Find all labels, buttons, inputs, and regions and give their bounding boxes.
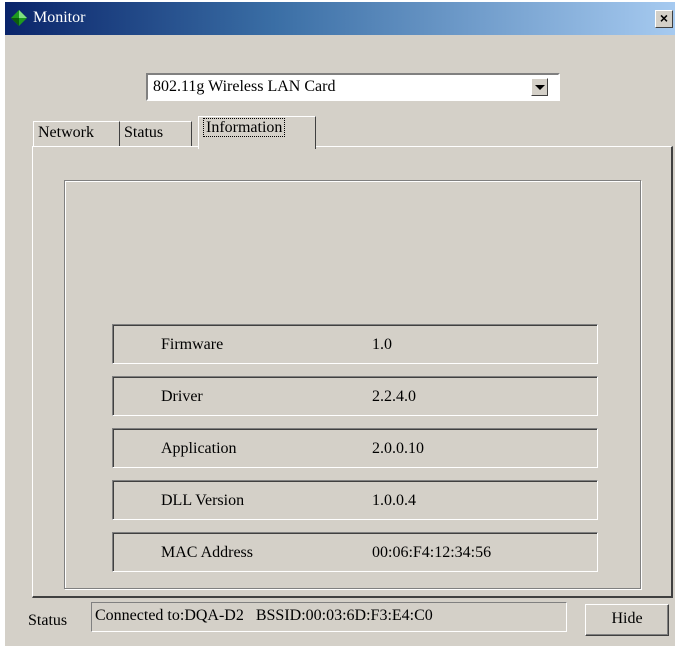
info-value: 2.0.0.10 bbox=[372, 440, 424, 457]
info-value: 2.2.4.0 bbox=[372, 388, 416, 405]
monitor-window: Monitor × 802.11g Wireless LAN Card Netw… bbox=[5, 2, 675, 646]
info-row-firmware: Firmware 1.0 bbox=[112, 324, 598, 364]
info-value: 1.0.0.4 bbox=[372, 492, 416, 509]
tab-network-label: Network bbox=[38, 124, 94, 141]
info-label: Application bbox=[161, 440, 237, 457]
hide-button[interactable]: Hide bbox=[585, 604, 669, 636]
close-button[interactable]: × bbox=[655, 10, 673, 28]
info-value: 1.0 bbox=[372, 336, 392, 353]
status-field: Connected to:DQA-D2 BSSID:00:03:6D:F3:E4… bbox=[91, 602, 567, 632]
chevron-down-icon[interactable] bbox=[531, 78, 548, 96]
info-label: Driver bbox=[161, 388, 203, 405]
tab-network[interactable]: Network bbox=[33, 121, 120, 147]
status-label: Status bbox=[28, 612, 68, 629]
tab-status-label: Status bbox=[124, 124, 164, 141]
info-label: DLL Version bbox=[161, 492, 245, 509]
information-group: Firmware 1.0 Driver 2.2.4.0 Application … bbox=[64, 180, 641, 589]
green-diamond-icon bbox=[11, 10, 27, 26]
tab-status[interactable]: Status bbox=[120, 121, 192, 147]
tab-information-label: Information bbox=[203, 118, 286, 137]
info-row-mac-address: MAC Address 00:06:F4:12:34:56 bbox=[112, 532, 598, 572]
info-row-dll-version: DLL Version 1.0.0.4 bbox=[112, 480, 598, 520]
info-row-driver: Driver 2.2.4.0 bbox=[112, 376, 598, 416]
info-label: Firmware bbox=[161, 336, 224, 353]
tab-information[interactable]: Information bbox=[198, 116, 316, 149]
adapter-select-value: 802.11g Wireless LAN Card bbox=[153, 78, 336, 95]
info-label: MAC Address bbox=[161, 544, 254, 561]
adapter-select[interactable]: 802.11g Wireless LAN Card bbox=[146, 73, 560, 101]
info-value: 00:06:F4:12:34:56 bbox=[372, 544, 492, 561]
title-bar[interactable]: Monitor × bbox=[5, 2, 675, 35]
information-panel: Firmware 1.0 Driver 2.2.4.0 Application … bbox=[32, 146, 673, 598]
window-title: Monitor bbox=[33, 9, 86, 26]
info-row-application: Application 2.0.0.10 bbox=[112, 428, 598, 468]
